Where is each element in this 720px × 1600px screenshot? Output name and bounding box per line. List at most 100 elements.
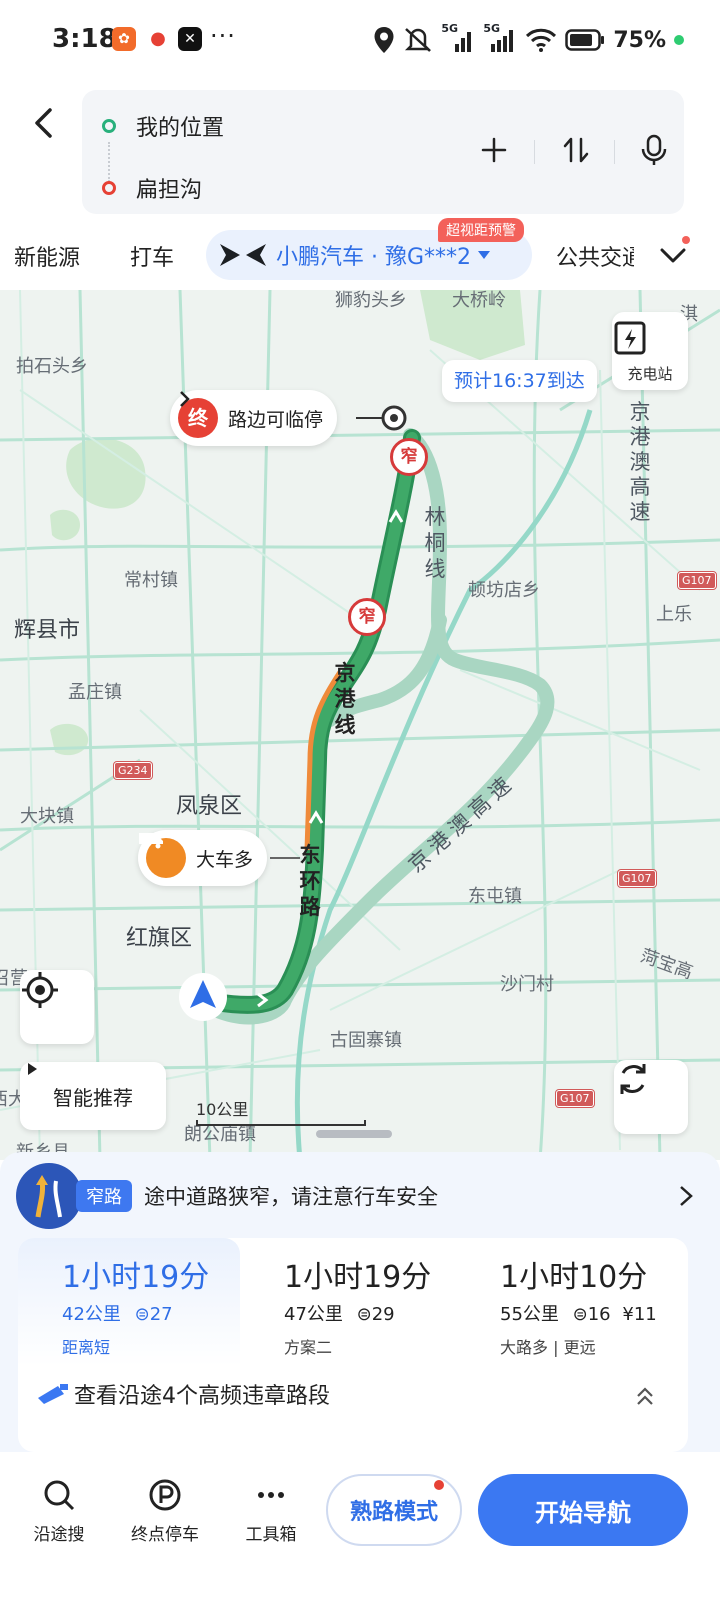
crosshair-icon <box>22 972 58 1008</box>
place-label: 东屯镇 <box>468 886 522 907</box>
map-view[interactable]: 狮豹头乡 大桥岭 淇 拍石头乡 常村镇 辉县市 孟庄镇 凤泉区 大块镇 红旗区 … <box>0 290 720 1160</box>
destination-parking-label: 终点停车 <box>131 1525 199 1545</box>
narrow-road-badge: 窄 <box>390 438 428 476</box>
chevron-right-icon <box>680 1186 693 1206</box>
signal-2-icon: 5G <box>483 22 517 54</box>
capcut-notification-icon: ✕ <box>178 27 202 51</box>
violation-text: 查看沿途4个高频违章路段 <box>74 1384 330 1409</box>
voice-button[interactable] <box>632 128 676 172</box>
bottom-action-bar: 沿途搜 终点停车 工具箱 熟路模式 开始导航 <box>0 1452 720 1600</box>
wifi-icon <box>526 28 557 52</box>
road-label-dong-huan: 东环路 <box>299 843 321 919</box>
place-label: 拍石头乡 <box>16 356 88 377</box>
truck-warning-pill[interactable]: 大车多 <box>138 830 268 886</box>
place-label: 凤泉区 <box>176 794 243 819</box>
xpeng-logo-icon <box>220 244 266 266</box>
chevron-left-icon <box>35 108 52 138</box>
place-label: 大桥岭 <box>452 290 506 311</box>
beyond-sight-warning-badge: 超视距预警 <box>438 218 524 242</box>
route-distance-lights: 42公里 ⊜27 <box>62 1300 173 1326</box>
route-options: 1小时19分 42公里 ⊜27 距离短 1小时19分 47公里 ⊜29 方案二 … <box>18 1238 688 1452</box>
sheet-drag-handle[interactable] <box>316 1130 392 1138</box>
route-option-3[interactable]: 1小时10分 55公里 ⊜16 ¥11 大路多 | 更远 <box>500 1238 686 1366</box>
violation-row[interactable]: 查看沿途4个高频违章路段 <box>36 1378 330 1410</box>
place-label: 辉县市 <box>14 618 81 643</box>
swap-button[interactable] <box>554 128 598 172</box>
add-waypoint-button[interactable] <box>472 128 516 172</box>
status-bar: 3:18 ✿ ● ✕ ··· 5G 5G 75% <box>0 0 720 80</box>
green-area <box>50 723 89 756</box>
route-tag: 距离短 <box>62 1338 111 1357</box>
new-indicator-dot <box>434 1480 444 1490</box>
place-label: 红旗区 <box>126 926 193 951</box>
scale-label: 10公里 <box>196 1100 249 1119</box>
header-divider <box>534 140 535 164</box>
destination-text: 扁担沟 <box>136 178 203 203</box>
refresh-icon <box>620 1064 646 1094</box>
back-button[interactable] <box>22 100 68 146</box>
start-navigation-button[interactable]: 开始导航 <box>478 1474 688 1546</box>
road-shield: G234 <box>113 761 153 780</box>
caret-right-icon <box>28 1063 37 1075</box>
plus-icon <box>481 137 507 163</box>
eta-label: 预计16:37到达 <box>442 360 597 402</box>
destination-target-dot <box>390 414 398 422</box>
alert-text: 途中道路狭窄，请注意行车安全 <box>144 1185 438 1209</box>
swap-icon <box>563 137 589 163</box>
place-label: 狮豹头乡 <box>335 290 407 311</box>
locate-button[interactable] <box>20 970 94 1044</box>
end-label: 路边可临停 <box>228 408 324 431</box>
destination-parking-button[interactable]: 终点停车 <box>120 1478 210 1545</box>
battery-percent: 75% <box>613 27 666 53</box>
route-toll: ¥11 <box>622 1304 657 1325</box>
header-divider <box>614 140 615 164</box>
route-option-1[interactable]: 1小时19分 42公里 ⊜27 距离短 <box>18 1238 240 1366</box>
place-label: 常村镇 <box>124 570 178 591</box>
narrow-road-badge: 窄 <box>348 598 386 636</box>
tab-new-energy[interactable]: 新能源 <box>14 240 80 272</box>
route-lights: 29 <box>371 1304 395 1325</box>
more-notifications-icon: ··· <box>210 22 236 50</box>
battery-icon <box>565 29 605 51</box>
charging-station-button[interactable]: 充电站 <box>612 312 688 390</box>
road-shield: G107 <box>617 869 657 888</box>
chevron-right-icon <box>180 391 190 407</box>
destination-row[interactable]: 扁担沟 <box>102 172 202 204</box>
status-indicator-dot <box>674 35 684 45</box>
toolbox-button[interactable]: 工具箱 <box>226 1478 316 1545</box>
route-option-2[interactable]: 1小时19分 47公里 ⊜29 方案二 <box>284 1238 484 1366</box>
tab-public-transit[interactable]: 公共交通 <box>556 240 634 272</box>
charging-station-icon <box>614 321 646 355</box>
map-pin-notification-icon: ● <box>146 27 170 51</box>
narrow-road-icon <box>16 1163 82 1229</box>
road-label-lin-tong: 林桐线 <box>424 505 446 581</box>
status-time: 3:18 <box>52 24 117 54</box>
traffic-light-icon: ⊜ <box>572 1304 588 1325</box>
search-along-label: 沿途搜 <box>33 1525 85 1545</box>
green-area <box>50 509 80 541</box>
destination-dot-icon <box>102 181 116 195</box>
place-label: 沙门村 <box>500 974 554 995</box>
origin-row[interactable]: 我的位置 <box>102 110 224 142</box>
route-lights: 27 <box>149 1304 173 1325</box>
search-along-button[interactable]: 沿途搜 <box>14 1478 104 1545</box>
collapse-icon[interactable] <box>632 1384 658 1410</box>
traffic-light-icon: ⊜ <box>356 1304 372 1325</box>
road-label-jing-gang: 京港线 <box>334 661 356 737</box>
expand-tabs-button[interactable] <box>656 240 690 270</box>
road-shield: G107 <box>555 1089 595 1108</box>
smart-recommend-button[interactable]: 智能推荐 <box>20 1062 166 1130</box>
car-label: 小鹏汽车 · 豫G***2 <box>276 245 472 270</box>
place-label: 顿坊店乡 <box>468 580 540 601</box>
destination-parking-pill[interactable]: 终 路边可临停 <box>170 390 338 446</box>
tab-taxi[interactable]: 打车 <box>130 240 174 272</box>
narrow-road-alert[interactable]: 窄路 途中道路狭窄，请注意行车安全 <box>16 1162 706 1230</box>
truck-label: 大车多 <box>196 848 254 871</box>
route-distance: 42公里 <box>62 1304 121 1325</box>
road-shield: G107 <box>677 571 717 590</box>
toolbox-label: 工具箱 <box>245 1525 297 1545</box>
smart-recommend-label: 智能推荐 <box>53 1085 133 1110</box>
route-distance-lights: 47公里 ⊜29 <box>284 1300 395 1326</box>
refresh-route-button[interactable] <box>614 1060 688 1134</box>
traffic-light-icon: ⊜ <box>134 1304 150 1325</box>
